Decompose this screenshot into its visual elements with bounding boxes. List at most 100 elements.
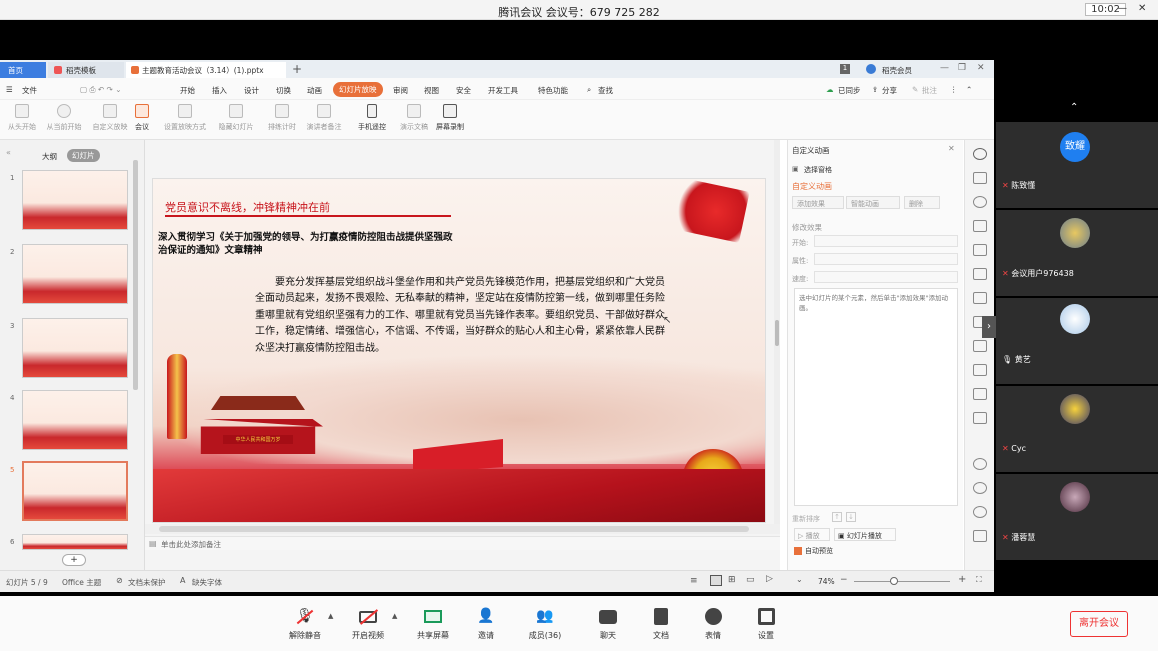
move-up-icon[interactable]: ↑: [832, 512, 842, 522]
menu-insert[interactable]: 插入: [212, 85, 227, 96]
add-slide-button[interactable]: +: [62, 554, 86, 566]
close-pane-icon[interactable]: ✕: [948, 144, 955, 153]
fit-window-icon[interactable]: ⛶: [976, 575, 982, 585]
share-screen-button[interactable]: 共享屏幕: [408, 608, 458, 641]
zoom-out-icon[interactable]: −: [840, 575, 848, 585]
slide-thumbnail[interactable]: [22, 244, 128, 304]
tab-current-pptx[interactable]: 主题教育活动会议（3.14）(1).pptx: [126, 62, 286, 78]
speaker-notes-button[interactable]: 演讲者备注: [302, 104, 346, 132]
scrollbar-thumb[interactable]: [159, 526, 749, 532]
autopreview-checkbox[interactable]: [794, 547, 802, 555]
grid-icon[interactable]: [973, 244, 987, 256]
sync-status[interactable]: 已同步: [838, 85, 861, 96]
new-tab-icon[interactable]: +: [292, 62, 302, 76]
reactions-button[interactable]: 表情: [688, 608, 738, 641]
select-window-button[interactable]: 选择窗格: [804, 165, 832, 175]
more-tools-icon[interactable]: [973, 530, 987, 542]
menu-slideshow[interactable]: 幻灯片放映: [333, 82, 383, 97]
audio-options-icon[interactable]: ▲: [328, 612, 333, 620]
participant-tile[interactable]: ✕ 潘蓉慧: [996, 474, 1158, 560]
slide-thumbnail[interactable]: [22, 390, 128, 450]
minimize-icon[interactable]: —: [1117, 3, 1127, 14]
copy-icon[interactable]: [973, 172, 987, 184]
navigation-icon[interactable]: [973, 458, 987, 470]
tab-home[interactable]: 首页: [0, 62, 46, 78]
zoom-slider-handle[interactable]: [890, 577, 898, 585]
protection-status[interactable]: 文档未保护: [128, 577, 166, 588]
zoom-menu-icon[interactable]: ⌄: [796, 575, 803, 584]
close-window-icon[interactable]: ✕: [977, 63, 985, 73]
chart-icon[interactable]: [973, 292, 987, 304]
menu-review[interactable]: 审阅: [393, 85, 408, 96]
menu-transition[interactable]: 切换: [276, 85, 291, 96]
show-settings-button[interactable]: 设置放映方式: [158, 104, 212, 132]
speed-select[interactable]: [814, 271, 958, 283]
collapse-gallery-icon[interactable]: ›: [982, 316, 996, 338]
play-icon[interactable]: ▷: [766, 574, 773, 584]
zoom-in-icon[interactable]: +: [958, 574, 966, 585]
phone-remote-button[interactable]: 手机遥控: [352, 104, 392, 132]
share-button[interactable]: 分享: [882, 85, 897, 96]
start-video-button[interactable]: 开启视频: [343, 608, 393, 641]
menu-design[interactable]: 设计: [244, 85, 259, 96]
menu-developer[interactable]: 开发工具: [488, 85, 518, 96]
add-effect-button[interactable]: 添加效果: [792, 196, 844, 209]
missing-fonts[interactable]: 缺失字体: [192, 577, 222, 588]
tab-docer-templates[interactable]: 稻壳模板: [48, 62, 124, 78]
comment-button[interactable]: 批注: [922, 85, 937, 96]
rehearse-timings-button[interactable]: 排练计时: [260, 104, 304, 132]
notes-toggle-icon[interactable]: ≡: [690, 576, 698, 586]
pin-icon[interactable]: [973, 148, 987, 160]
slideshow-play-button[interactable]: ▣ 幻灯片播放: [834, 528, 896, 541]
slide-thumbnail[interactable]: [22, 318, 128, 378]
chat-button[interactable]: 聊天: [583, 608, 633, 641]
close-icon[interactable]: ✕: [1138, 3, 1146, 14]
unmute-button[interactable]: 🎙 解除静音: [280, 608, 330, 641]
play-button[interactable]: ▷ 播放: [794, 528, 830, 541]
menu-animation[interactable]: 动画: [307, 85, 322, 96]
quick-access-icons[interactable]: ▢ ⎙ ↶ ↷ ⌄: [80, 85, 121, 95]
members-button[interactable]: 👥 成员(36): [520, 608, 570, 641]
thumbnail-scrollbar[interactable]: [133, 160, 138, 390]
hide-slide-button[interactable]: 隐藏幻灯片: [214, 104, 258, 132]
menu-features[interactable]: 特色功能: [538, 85, 568, 96]
settings-button[interactable]: 设置: [741, 608, 791, 641]
menu-search[interactable]: 查找: [598, 85, 613, 96]
participant-tile[interactable]: ✕ Cyc: [996, 386, 1158, 472]
slide-thumbnail[interactable]: [22, 170, 128, 230]
participant-tile[interactable]: 🎙 黄艺: [996, 298, 1158, 384]
play-from-start-button[interactable]: 从头开始: [2, 104, 42, 132]
docer-member-label[interactable]: 稻壳会员: [882, 65, 912, 76]
move-down-icon[interactable]: ↓: [846, 512, 856, 522]
collapse-ribbon-icon[interactable]: ⌃: [966, 85, 972, 94]
start-select[interactable]: [814, 235, 958, 247]
scrollbar-thumb[interactable]: [775, 320, 779, 346]
current-slide[interactable]: 党员意识不离线，冲锋精神冲在前 深入贯彻学习《关于加强党的领导、为打赢疫情防控阻…: [152, 178, 766, 523]
window-count-icon[interactable]: 1: [840, 64, 850, 74]
video-options-icon[interactable]: ▲: [392, 612, 397, 620]
tab-slides[interactable]: 幻灯片: [67, 149, 100, 162]
invite-button[interactable]: 👤 邀请: [461, 608, 511, 641]
location-icon[interactable]: [973, 196, 987, 208]
shape-icon[interactable]: [973, 220, 987, 232]
minimize-window-icon[interactable]: —: [940, 63, 949, 73]
animation-list[interactable]: 选中幻灯片的某个元素，然后单击"添加效果"添加动画。: [794, 288, 958, 506]
horizontal-scrollbar[interactable]: [145, 524, 780, 534]
menu-start[interactable]: 开始: [180, 85, 195, 96]
export-icon[interactable]: [973, 364, 987, 376]
restore-window-icon[interactable]: ❐: [958, 63, 966, 73]
leave-meeting-button[interactable]: 离开会议: [1070, 611, 1128, 637]
vertical-scrollbar[interactable]: [774, 140, 780, 524]
document-icon[interactable]: [973, 340, 987, 352]
documents-button[interactable]: 文档: [636, 608, 686, 641]
history-icon[interactable]: [973, 482, 987, 494]
help-icon[interactable]: [973, 506, 987, 518]
image-icon[interactable]: [973, 412, 987, 424]
participant-tile[interactable]: 致耀 ✕ 陈致懂: [996, 122, 1158, 208]
slide-thumbnail[interactable]: [22, 534, 128, 550]
menu-icon[interactable]: ☰: [6, 85, 13, 94]
notes-area[interactable]: ▤ 单击此处添加备注: [145, 536, 780, 550]
tab-outline[interactable]: 大纲: [42, 151, 57, 162]
screen-record-button[interactable]: 屏幕录制: [430, 104, 470, 132]
slide-thumbnail-selected[interactable]: [22, 461, 128, 521]
